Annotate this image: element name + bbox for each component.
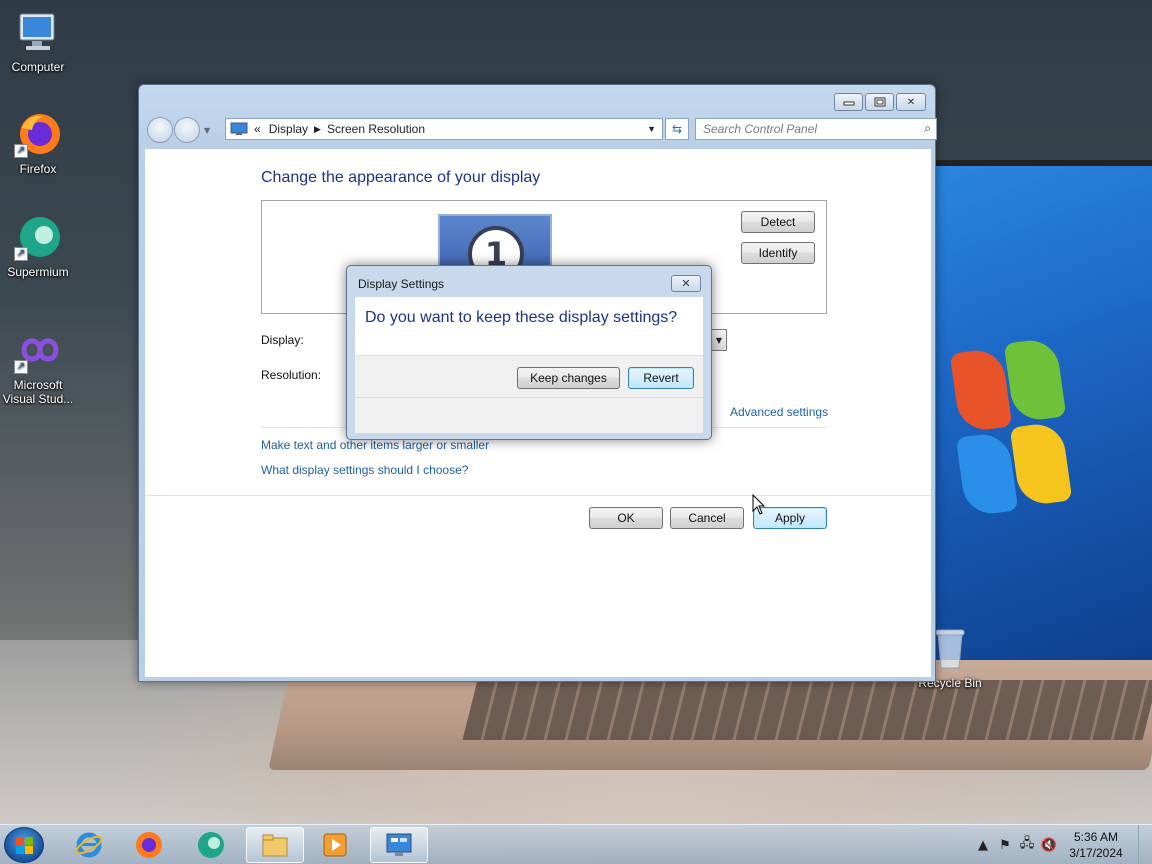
taskbar-internet-explorer[interactable] bbox=[60, 827, 118, 863]
clock-time: 5:36 AM bbox=[1073, 830, 1119, 844]
minimize-button[interactable] bbox=[834, 93, 863, 111]
revert-button[interactable]: Revert bbox=[628, 367, 694, 389]
restore-icon bbox=[874, 97, 885, 107]
desktop-icon-label: Computer bbox=[11, 60, 65, 74]
breadcrumb-arrow-icon[interactable]: ▶ bbox=[314, 124, 321, 135]
text-size-link[interactable]: Make text and other items larger or smal… bbox=[261, 438, 489, 452]
media-player-icon bbox=[323, 833, 347, 857]
close-icon: ✕ bbox=[906, 96, 916, 108]
ok-button[interactable]: OK bbox=[589, 507, 663, 529]
computer-icon bbox=[14, 8, 62, 56]
dialog-footer-divider bbox=[355, 397, 703, 398]
desktop-icon-firefox[interactable]: ↗ Firefox bbox=[0, 110, 76, 176]
resolution-label: Resolution: bbox=[261, 368, 322, 382]
display-dropdown-arrow[interactable]: ▼ bbox=[711, 329, 727, 351]
close-button[interactable]: ✕ bbox=[896, 93, 926, 111]
clock-date: 3/17/2024 bbox=[1069, 846, 1123, 860]
page-title: Change the appearance of your display bbox=[261, 169, 541, 186]
taskbar-control-panel[interactable] bbox=[370, 827, 428, 863]
desktop-icon-label: Supermium bbox=[7, 265, 69, 279]
recent-pages-dropdown-icon[interactable]: ▼ bbox=[204, 126, 214, 135]
file-explorer-icon bbox=[262, 834, 288, 857]
breadcrumb-screen-resolution[interactable]: Screen Resolution bbox=[327, 122, 425, 136]
desktop-icon-computer[interactable]: Computer bbox=[0, 8, 76, 74]
refresh-button[interactable]: ⇆ bbox=[665, 118, 689, 140]
system-tray: ▲ ⚑ 🖧 🔇 5:36 AM 3/17/2024 bbox=[972, 825, 1152, 864]
desktop-icon-label: Microsoft Visual Stud... bbox=[2, 378, 74, 406]
shortcut-arrow-icon: ↗ bbox=[14, 247, 28, 261]
visual-studio-icon: ↗ bbox=[14, 326, 62, 374]
forward-button[interactable] bbox=[174, 117, 200, 143]
taskbar-supermium[interactable] bbox=[182, 827, 240, 863]
show-hidden-icons-button[interactable]: ▲ bbox=[972, 838, 994, 853]
taskbar-firefox[interactable] bbox=[120, 827, 178, 863]
search-input[interactable]: Search Control Panel ⌕ bbox=[695, 118, 937, 140]
dialog-body: Do you want to keep these display settin… bbox=[355, 297, 703, 433]
desktop-icon-visual-studio[interactable]: ↗ Microsoft Visual Stud... bbox=[0, 326, 76, 406]
display-label: Display: bbox=[261, 333, 304, 347]
wallpaper-keyboard bbox=[462, 680, 1152, 740]
supermium-icon bbox=[198, 832, 224, 858]
supermium-icon: ↗ bbox=[14, 213, 62, 261]
refresh-icon: ⇆ bbox=[671, 122, 683, 136]
display-control-panel-icon bbox=[230, 122, 248, 135]
wallpaper-windows-logo bbox=[945, 330, 1073, 520]
taskbar-clock[interactable]: 5:36 AM 3/17/2024 bbox=[1060, 829, 1132, 861]
shortcut-arrow-icon: ↗ bbox=[14, 360, 28, 374]
navigation-bar: ▼ « Display ▶ Screen Resolution ▼ ⇆ Sear… bbox=[147, 117, 937, 143]
breadcrumb-display[interactable]: Display bbox=[269, 122, 308, 136]
windows-flag-icon bbox=[16, 837, 34, 855]
network-icon[interactable]: 🖧 bbox=[1016, 834, 1038, 856]
firefox-icon: ↗ bbox=[14, 110, 62, 158]
control-panel-icon bbox=[386, 833, 412, 856]
display-settings-dialog: Display Settings ✕ Do you want to keep t… bbox=[346, 265, 712, 440]
address-overflow-chevron[interactable]: « bbox=[254, 122, 261, 136]
cancel-button[interactable]: Cancel bbox=[670, 507, 744, 529]
display-help-link[interactable]: What display settings should I choose? bbox=[261, 463, 468, 477]
dialog-question: Do you want to keep these display settin… bbox=[365, 309, 678, 326]
action-center-flag-icon[interactable]: ⚑ bbox=[994, 838, 1016, 853]
search-icon[interactable]: ⌕ bbox=[924, 121, 931, 136]
dialog-message-panel: Do you want to keep these display settin… bbox=[355, 297, 703, 356]
address-bar[interactable]: « Display ▶ Screen Resolution ▼ bbox=[225, 118, 663, 140]
keep-changes-button[interactable]: Keep changes bbox=[517, 367, 620, 389]
search-placeholder: Search Control Panel bbox=[703, 122, 818, 136]
firefox-icon bbox=[136, 832, 162, 858]
divider bbox=[145, 495, 931, 496]
minimize-icon bbox=[843, 101, 854, 106]
dialog-title: Display Settings bbox=[358, 277, 445, 291]
shortcut-arrow-icon: ↗ bbox=[14, 144, 28, 158]
desktop-icon-label: Firefox bbox=[19, 162, 57, 176]
advanced-settings-link[interactable]: Advanced settings bbox=[730, 405, 828, 419]
desktop-icon-supermium[interactable]: ↗ Supermium bbox=[0, 213, 76, 279]
taskbar: ▲ ⚑ 🖧 🔇 5:36 AM 3/17/2024 bbox=[0, 824, 1152, 864]
show-desktop-button[interactable] bbox=[1138, 825, 1152, 864]
volume-muted-icon[interactable]: 🔇 bbox=[1038, 838, 1060, 853]
detect-button[interactable]: Detect bbox=[741, 211, 815, 233]
mouse-cursor-icon bbox=[752, 494, 766, 515]
address-dropdown-icon[interactable]: ▼ bbox=[647, 124, 656, 134]
caption-buttons: ✕ bbox=[834, 93, 926, 111]
maximize-button[interactable] bbox=[865, 93, 894, 111]
back-button[interactable] bbox=[147, 117, 173, 143]
taskbar-file-explorer[interactable] bbox=[246, 827, 304, 863]
dialog-close-button[interactable]: ✕ bbox=[671, 275, 701, 292]
close-icon: ✕ bbox=[681, 277, 691, 290]
start-button[interactable] bbox=[4, 827, 44, 863]
internet-explorer-icon bbox=[75, 832, 103, 858]
identify-button[interactable]: Identify bbox=[741, 242, 815, 264]
taskbar-media-player[interactable] bbox=[306, 827, 364, 863]
